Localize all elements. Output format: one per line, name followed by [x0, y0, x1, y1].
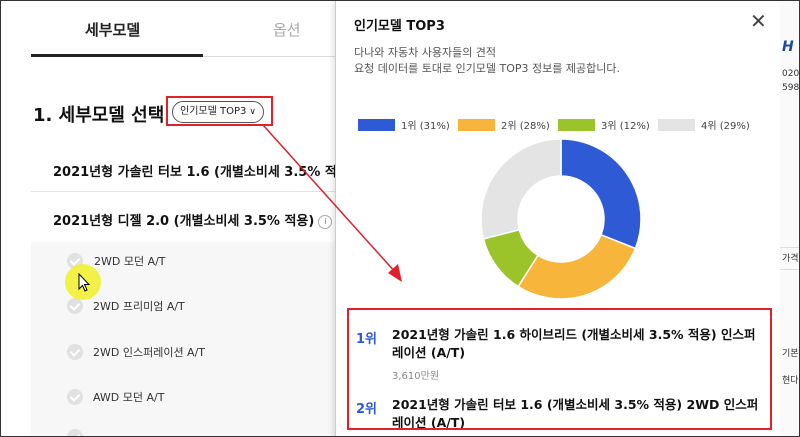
legend-label: 4위 (29%) [701, 121, 750, 132]
highlight-box-top3-button [166, 96, 273, 126]
check-icon [67, 429, 83, 436]
modal-description: 다나와 자동차 사용자들의 견적 요청 데이터를 토대로 인기모델 TOP3 정… [354, 45, 620, 77]
trim-label: 2WD 인스퍼레이션 A/T [93, 346, 206, 359]
screenshot-frame: 세부모델 옵션 1. 세부모델 선택 인기모델 TOP3 ∨ 2021년형 가솔린… [0, 0, 800, 437]
modal-title: 인기모델 TOP3 [354, 19, 445, 34]
trim-label: 2WD 프리미엄 A/T [93, 300, 185, 313]
legend-label: 3위 (12%) [601, 121, 650, 132]
strip-text: 기본 [782, 349, 799, 359]
brand-logo-icon: H [782, 39, 794, 55]
trim-label: AWD 모던 A/T [93, 391, 165, 404]
strip-text: 현다 [782, 376, 799, 386]
info-icon[interactable]: i [318, 214, 333, 229]
model-label: 2021년형 디젤 2.0 (개별소비세 3.5% 적용) [53, 214, 315, 229]
legend-label: 2위 (28%) [501, 121, 550, 132]
section-title: 1. 세부모델 선택 [33, 105, 165, 126]
strip-text: 가격 [782, 254, 799, 264]
trim-item[interactable] [67, 429, 93, 436]
trim-item[interactable]: 2WD 인스퍼레이션 A/T [67, 344, 205, 360]
legend-swatch [658, 118, 695, 131]
legend-swatch [358, 118, 395, 131]
tab-options[interactable]: 옵션 [273, 19, 301, 40]
divider [780, 247, 799, 248]
check-icon [67, 344, 83, 360]
legend-item: 4위 (29%) [658, 117, 750, 132]
highlight-box-ranks [347, 308, 772, 430]
legend-swatch [458, 118, 495, 131]
model-label: 2021년형 가솔린 터보 1.6 (개별소비세 3.5% 적 [53, 165, 337, 180]
legend-item: 1위 (31%) [358, 117, 450, 132]
strip-text: 598c [782, 83, 800, 93]
legend-swatch [558, 118, 595, 131]
model-row-diesel[interactable]: 2021년형 디젤 2.0 (개별소비세 3.5% 적용) i [53, 210, 333, 229]
trim-item[interactable]: 2WD 프리미엄 A/T [67, 298, 185, 314]
desc-line: 요청 데이터를 토대로 인기모델 TOP3 정보를 제공합니다. [354, 62, 621, 75]
divider [780, 269, 799, 270]
strip-text: 020 [782, 69, 800, 79]
divider [31, 191, 336, 192]
donut-slice [560, 138, 642, 250]
background-page-strip: H 020 598c 가격 기본 현다 [780, 1, 800, 436]
donut-slice [517, 233, 637, 300]
trim-label: 2WD 모던 A/T [94, 255, 166, 268]
desc-line: 다나와 자동차 사용자들의 견적 [354, 46, 497, 59]
legend-item: 2위 (28%) [458, 117, 550, 132]
legend-item: 3위 (12%) [558, 117, 650, 132]
trim-item[interactable]: AWD 모던 A/T [67, 389, 164, 405]
donut-chart [480, 138, 642, 300]
check-icon [67, 298, 83, 314]
active-tab-indicator [31, 54, 203, 57]
check-icon [67, 389, 83, 405]
tab-bar: 세부모델 옵션 [1, 1, 336, 57]
donut-slice [480, 138, 562, 240]
tab-divider [203, 56, 336, 57]
legend-label: 1위 (31%) [401, 121, 450, 132]
tab-detail-model[interactable]: 세부모델 [85, 19, 140, 40]
mouse-cursor-icon [78, 273, 91, 292]
model-row-gasoline-turbo[interactable]: 2021년형 가솔린 터보 1.6 (개별소비세 3.5% 적 [53, 161, 337, 180]
close-icon[interactable]: ✕ [750, 11, 767, 31]
